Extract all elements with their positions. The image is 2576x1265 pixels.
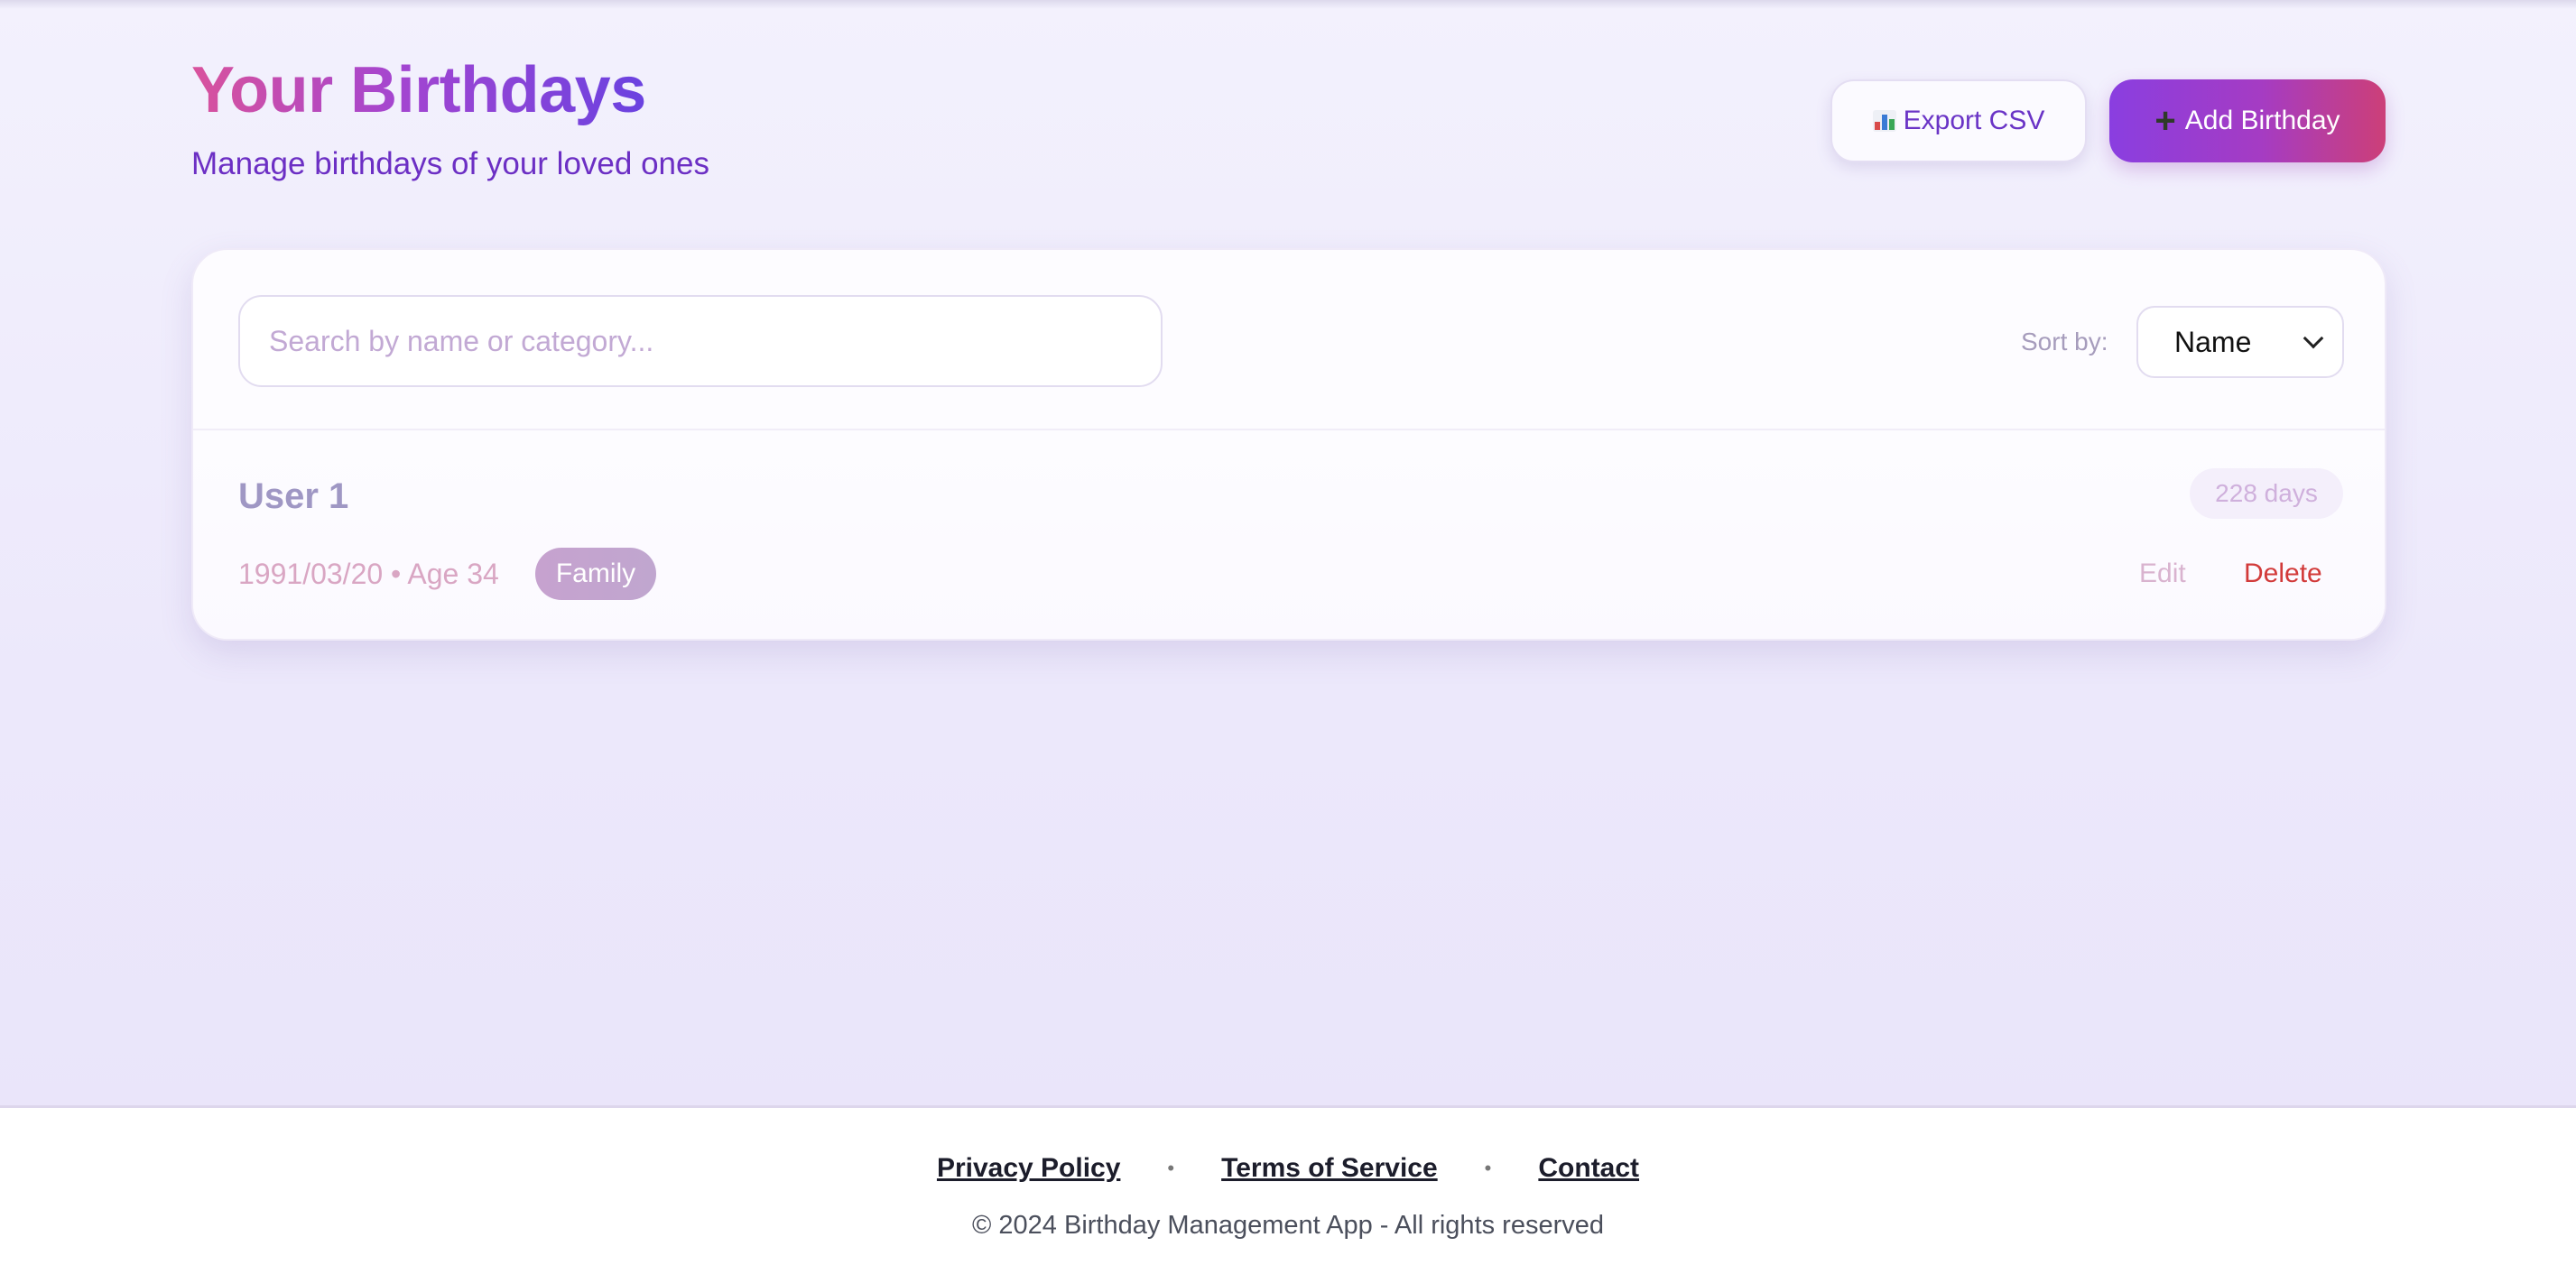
main-content: Your Birthdays Manage birthdays of your … — [0, 0, 2576, 1105]
birthday-meta: 1991/03/20 • Age 34 — [238, 555, 499, 593]
delete-button[interactable]: Delete — [2244, 555, 2322, 593]
birthdays-card: Sort by: Name User 1 228 days 1991/03/20… — [191, 248, 2386, 641]
contact-link[interactable]: Contact — [1538, 1153, 1639, 1184]
add-birthday-label: Add Birthday — [2184, 106, 2340, 135]
edit-button[interactable]: Edit — [2139, 555, 2186, 593]
export-csv-button[interactable]: Export CSV — [1830, 79, 2087, 162]
footer-links: Privacy Policy • Terms of Service • Cont… — [0, 1149, 2576, 1188]
add-birthday-button[interactable]: + Add Birthday — [2109, 79, 2386, 162]
page-subtitle: Manage birthdays of your loved ones — [191, 146, 709, 181]
footer-separator: • — [1167, 1157, 1175, 1179]
plus-icon: + — [2154, 101, 2176, 141]
sort-label: Sort by: — [2021, 328, 2108, 355]
footer-separator: • — [1484, 1157, 1492, 1179]
terms-of-service-link[interactable]: Terms of Service — [1221, 1153, 1438, 1184]
days-until-badge: 228 days — [2190, 468, 2343, 519]
birthday-date: 1991/03/20 — [238, 558, 384, 590]
sort-selected-value: Name — [2174, 325, 2252, 358]
export-csv-label: Export CSV — [1903, 106, 2045, 135]
copyright-text: © 2024 Birthday Management App - All rig… — [971, 1211, 1605, 1240]
footer: Privacy Policy • Terms of Service • Cont… — [0, 1105, 2576, 1265]
bar-chart-icon — [1872, 110, 1896, 132]
birthday-age: Age 34 — [407, 558, 499, 590]
category-badge: Family — [535, 548, 656, 600]
sort-select[interactable]: Name — [2136, 306, 2344, 378]
meta-separator: • — [391, 558, 402, 590]
birthday-name: User 1 — [238, 476, 349, 516]
birthday-row: User 1 228 days 1991/03/20 • Age 34 Fami… — [193, 430, 2385, 639]
chevron-down-icon — [2303, 328, 2324, 349]
search-input[interactable] — [238, 295, 1163, 387]
privacy-policy-link[interactable]: Privacy Policy — [937, 1153, 1120, 1184]
page-title: Your Birthdays — [191, 54, 646, 126]
